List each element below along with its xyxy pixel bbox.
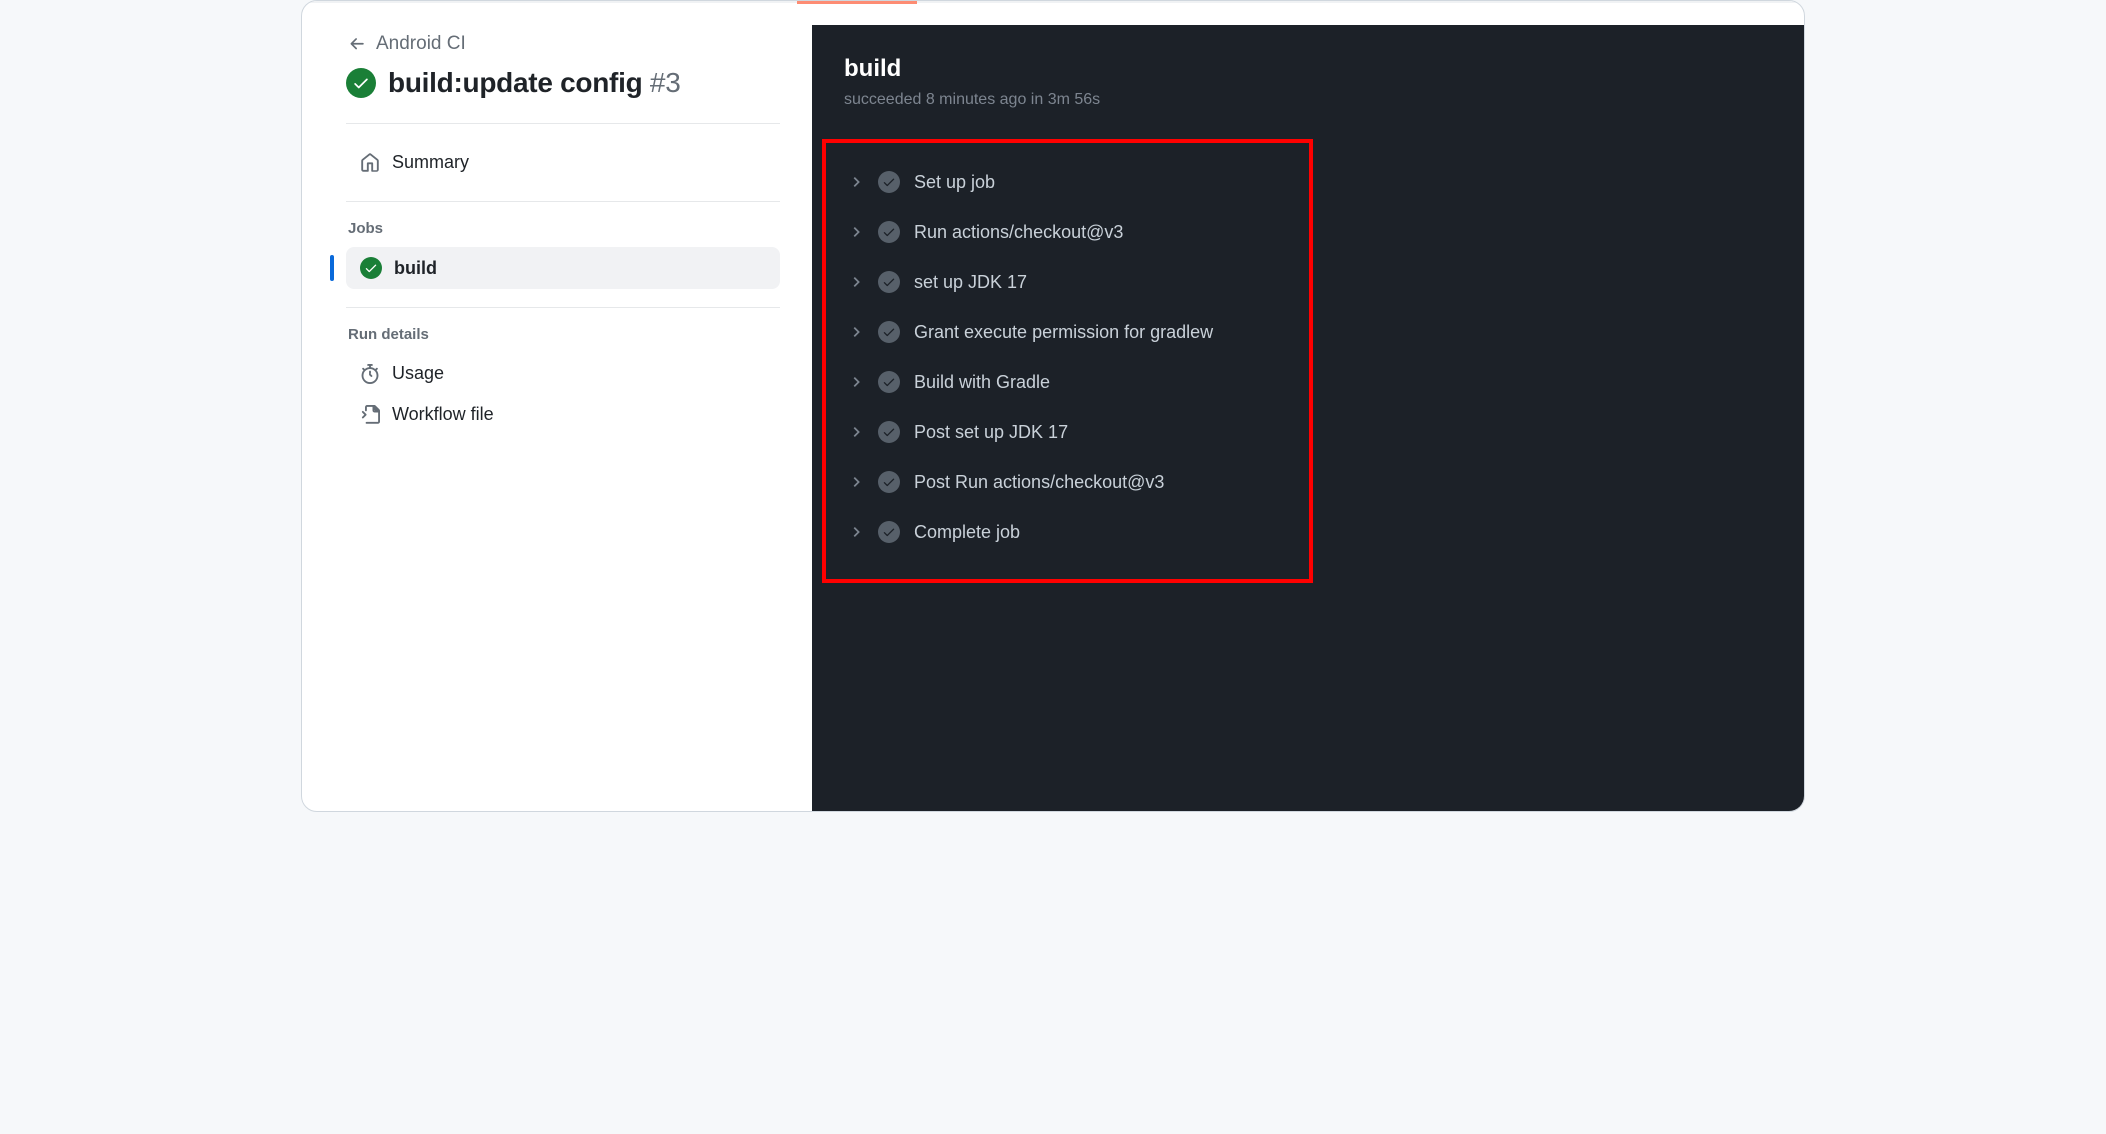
step-label: Post Run actions/checkout@v3 <box>914 472 1164 493</box>
step-label: Post set up JDK 17 <box>914 422 1068 443</box>
stopwatch-icon <box>360 364 380 384</box>
run-title-text: build:update config <box>388 67 650 98</box>
step-status-success-icon <box>878 321 900 343</box>
sidebar-item-label: Usage <box>392 363 444 384</box>
sidebar-item-usage[interactable]: Usage <box>346 353 780 394</box>
step-row[interactable]: Complete job <box>844 507 1784 557</box>
step-label: Complete job <box>914 522 1020 543</box>
file-code-icon <box>360 405 380 425</box>
step-label: set up JDK 17 <box>914 272 1027 293</box>
step-label: Set up job <box>914 172 995 193</box>
sidebar-group-jobs: Jobs build <box>346 201 780 289</box>
top-border <box>302 1 1804 5</box>
step-row[interactable]: Post set up JDK 17 <box>844 407 1784 457</box>
step-status-success-icon <box>878 521 900 543</box>
step-status-success-icon <box>878 171 900 193</box>
step-row[interactable]: Grant execute permission for gradlew <box>844 307 1784 357</box>
job-name: build <box>844 55 1772 83</box>
back-button[interactable] <box>348 35 366 53</box>
job-status-success-icon <box>360 257 382 279</box>
sidebar-item-label: Summary <box>392 152 469 173</box>
arrow-left-icon <box>348 35 366 53</box>
app-shell: Android CI build:update config #3 Summar… <box>301 0 1805 812</box>
chevron-right-icon <box>848 524 864 540</box>
chevron-right-icon <box>848 474 864 490</box>
job-steps-list: Set up job Run actions/checkout@v3 set u… <box>812 139 1804 583</box>
check-icon <box>364 261 378 275</box>
sidebar-heading-jobs: Jobs <box>348 220 780 237</box>
step-row[interactable]: set up JDK 17 <box>844 257 1784 307</box>
chevron-right-icon <box>848 174 864 190</box>
step-row[interactable]: Set up job <box>844 157 1784 207</box>
step-status-success-icon <box>878 421 900 443</box>
job-log-header: build succeeded 8 minutes ago in 3m 56s <box>812 55 1804 121</box>
sidebar-group-summary: Summary <box>346 123 780 183</box>
step-row[interactable]: Post Run actions/checkout@v3 <box>844 457 1784 507</box>
check-icon <box>352 74 370 92</box>
sidebar-item-workflow-file[interactable]: Workflow file <box>346 394 780 435</box>
sidebar-heading-run-details: Run details <box>348 326 780 343</box>
chevron-right-icon <box>848 424 864 440</box>
step-label: Grant execute permission for gradlew <box>914 322 1213 343</box>
step-status-success-icon <box>878 221 900 243</box>
sidebar-item-summary[interactable]: Summary <box>346 142 780 183</box>
chevron-right-icon <box>848 274 864 290</box>
step-label: Build with Gradle <box>914 372 1050 393</box>
step-status-success-icon <box>878 471 900 493</box>
chevron-right-icon <box>848 324 864 340</box>
home-icon <box>360 153 380 173</box>
step-row[interactable]: Build with Gradle <box>844 357 1784 407</box>
accent-tab-underline <box>797 1 917 4</box>
chevron-right-icon <box>848 224 864 240</box>
run-status-success-icon <box>346 68 376 98</box>
step-row[interactable]: Run actions/checkout@v3 <box>844 207 1784 257</box>
step-status-success-icon <box>878 371 900 393</box>
job-log-panel: build succeeded 8 minutes ago in 3m 56s … <box>812 25 1804 811</box>
sidebar-item-job-build[interactable]: build <box>346 247 780 289</box>
sidebar-group-run-details: Run details Usage Workflow file <box>346 307 780 435</box>
job-status-text: succeeded 8 minutes ago in 3m 56s <box>844 91 1772 109</box>
run-title: build:update config #3 <box>388 67 681 99</box>
step-status-success-icon <box>878 271 900 293</box>
run-number: #3 <box>650 67 681 98</box>
step-label: Run actions/checkout@v3 <box>914 222 1123 243</box>
chevron-right-icon <box>848 374 864 390</box>
breadcrumb: Android CI <box>348 33 780 55</box>
sidebar: Android CI build:update config #3 Summar… <box>302 25 812 811</box>
sidebar-item-label: Workflow file <box>392 404 494 425</box>
main-layout: Android CI build:update config #3 Summar… <box>302 1 1804 811</box>
breadcrumb-workflow-name[interactable]: Android CI <box>376 33 466 55</box>
run-title-row: build:update config #3 <box>346 67 780 99</box>
sidebar-item-label: build <box>394 258 437 279</box>
